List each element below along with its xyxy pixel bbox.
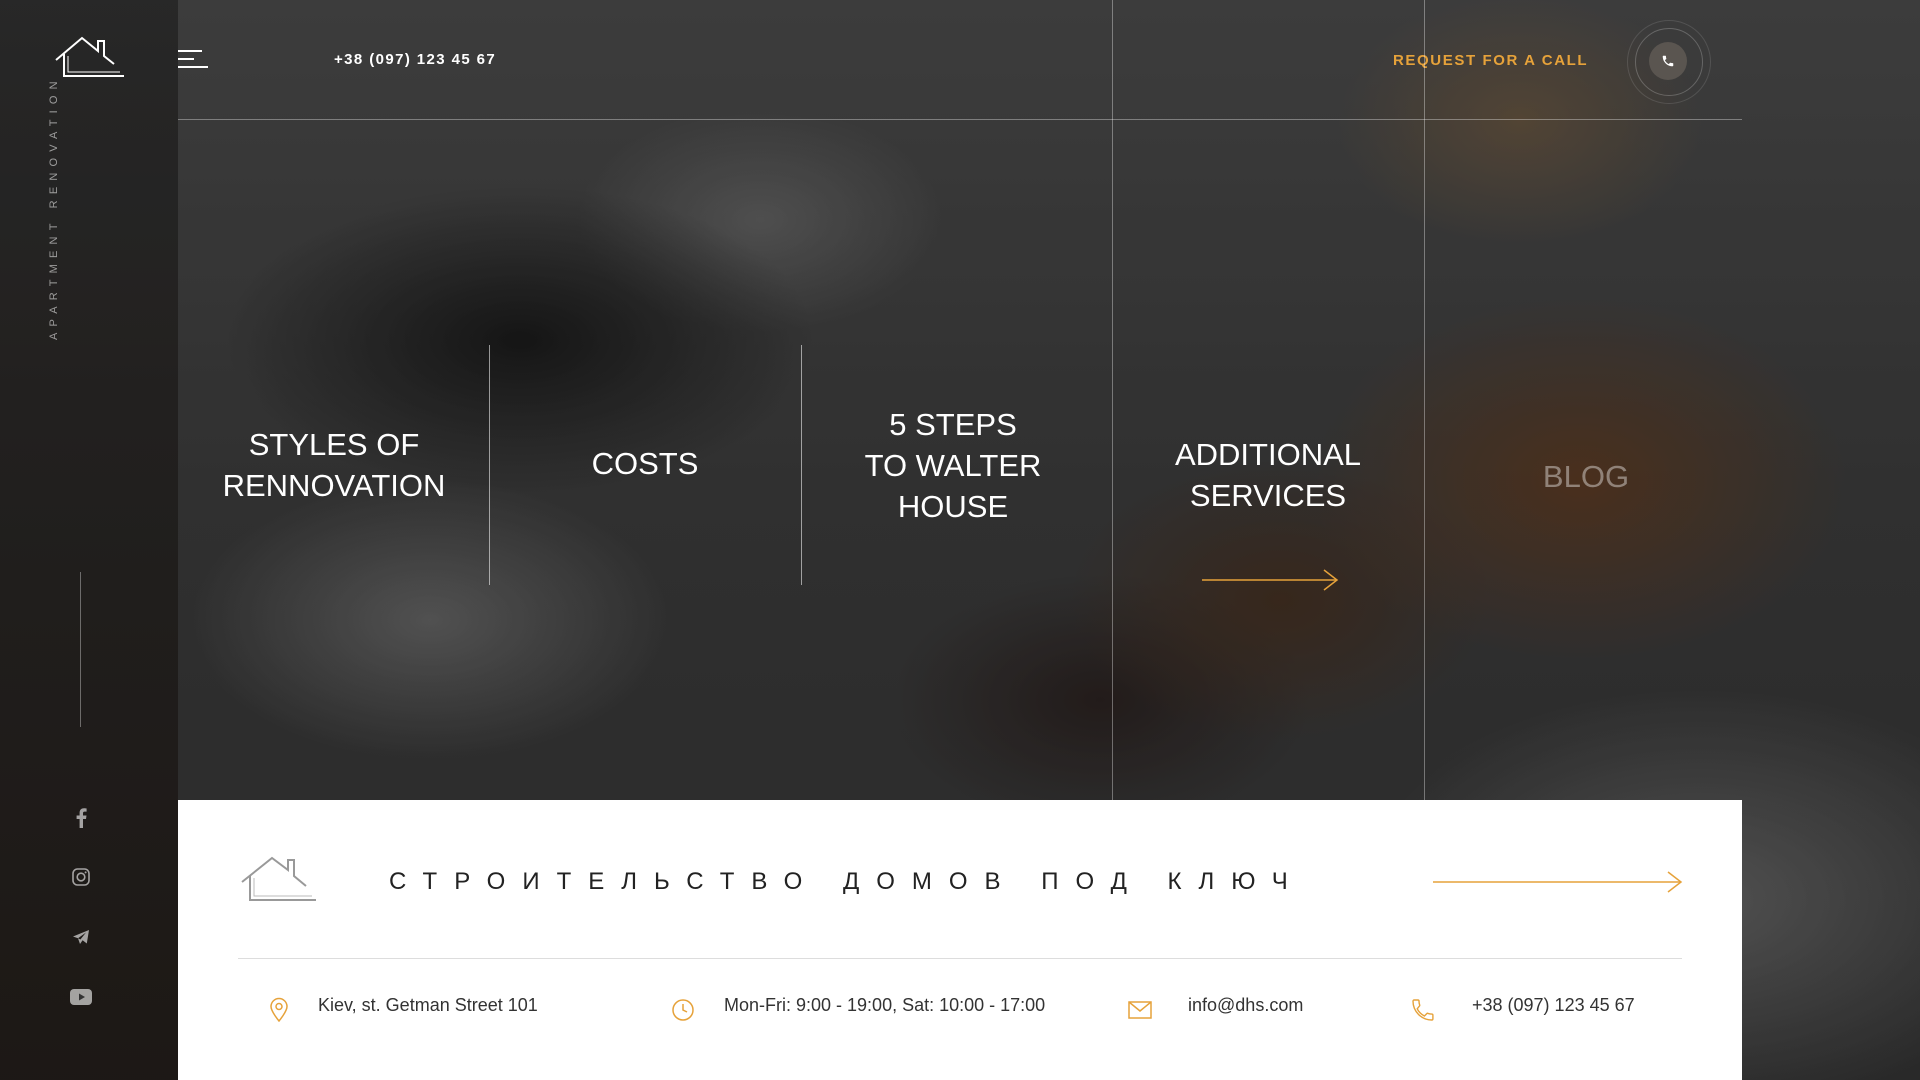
phone-icon xyxy=(1412,999,1434,1021)
request-call-button[interactable]: REQUEST FOR A CALL xyxy=(1393,52,1588,69)
contact-hours: Mon-Fri: 9:00 - 19:00, Sat: 10:00 - 17:0… xyxy=(724,995,1046,1015)
menu-costs[interactable]: COSTS xyxy=(525,443,765,484)
arrow-right-icon[interactable] xyxy=(1202,568,1340,592)
menu-styles-of-renovation[interactable]: STYLES OF RENNOVATION xyxy=(214,424,454,506)
phone-icon xyxy=(1662,55,1674,67)
vertical-tagline: APARTMENT RENOVATION xyxy=(48,75,60,340)
mail-icon xyxy=(1128,1001,1152,1019)
column-divider xyxy=(801,345,802,585)
location-pin-icon xyxy=(270,997,288,1023)
contact-address: Kiev, st. Getman Street 101 xyxy=(318,995,538,1015)
house-logo-icon[interactable] xyxy=(54,34,126,80)
phone-call-button[interactable] xyxy=(1649,42,1687,80)
contact-email[interactable]: info@dhs.com xyxy=(1188,995,1303,1016)
arrow-right-icon[interactable] xyxy=(1433,870,1685,894)
contact-card: СТРОИТЕЛЬСТВО ДОМОВ ПОД КЛЮЧ Kiev, st. G… xyxy=(178,800,1742,1080)
instagram-icon[interactable] xyxy=(68,864,94,890)
header-divider xyxy=(178,119,1742,120)
column-divider xyxy=(1424,0,1425,800)
facebook-icon[interactable] xyxy=(68,805,94,831)
menu-burger-icon[interactable] xyxy=(178,50,208,70)
card-title: СТРОИТЕЛЬСТВО ДОМОВ ПОД КЛЮЧ xyxy=(389,868,1305,895)
contact-phone[interactable]: +38 (097) 123 45 67 xyxy=(1472,995,1635,1016)
youtube-icon[interactable] xyxy=(68,984,94,1010)
telegram-icon[interactable] xyxy=(68,924,94,950)
card-divider xyxy=(238,958,1682,959)
header-phone[interactable]: +38 (097) 123 45 67 xyxy=(334,51,496,68)
sidebar-line xyxy=(80,572,81,727)
house-logo-icon xyxy=(241,856,316,901)
column-divider xyxy=(1112,0,1113,800)
clock-icon xyxy=(672,999,694,1021)
menu-additional-services[interactable]: ADDITIONAL SERVICES xyxy=(1148,434,1388,516)
menu-5-steps[interactable]: 5 STEPS TO WALTER HOUSE xyxy=(833,404,1073,527)
column-divider xyxy=(489,345,490,585)
menu-blog[interactable]: BLOG xyxy=(1466,456,1706,497)
